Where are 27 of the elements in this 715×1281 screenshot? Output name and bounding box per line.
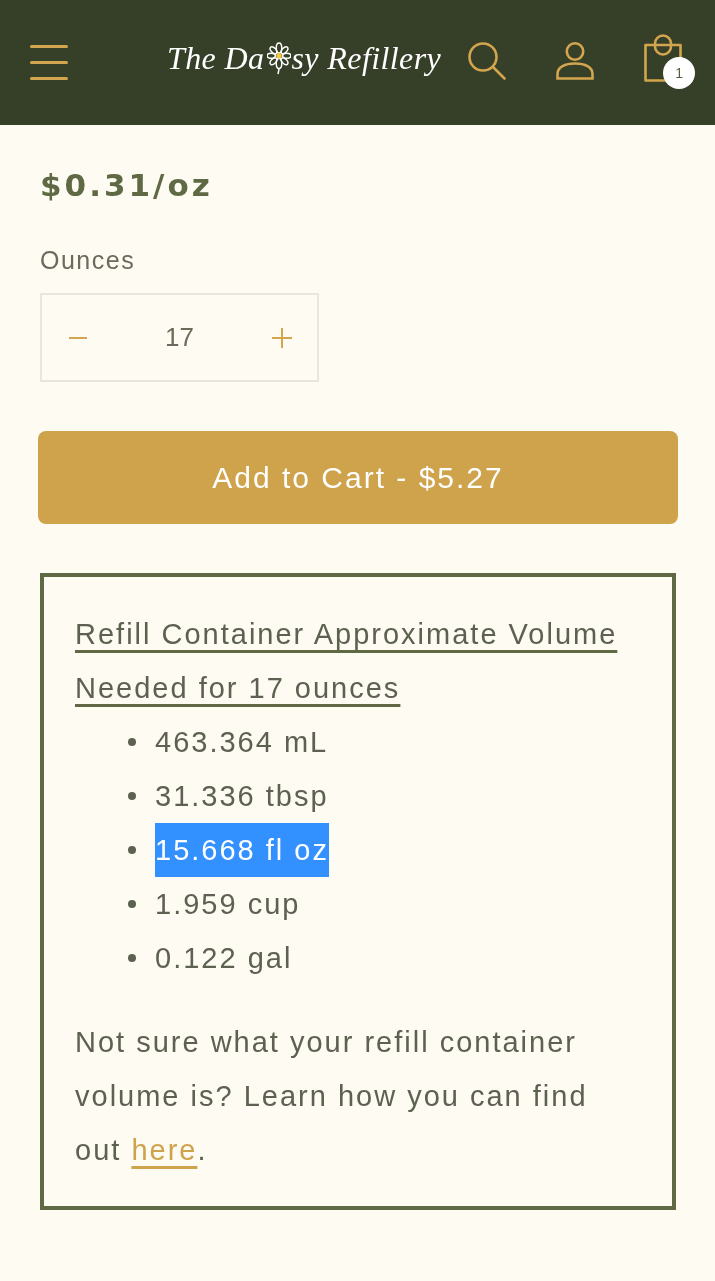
- bullet-icon: [128, 792, 136, 800]
- bullet-icon: [128, 900, 136, 908]
- search-button[interactable]: [468, 41, 507, 80]
- quantity-input[interactable]: 17: [149, 322, 210, 353]
- site-logo[interactable]: The Da sy Refillery: [167, 40, 442, 77]
- plus-icon: [272, 327, 292, 348]
- daisy-icon: [266, 42, 291, 75]
- quantity-label: Ounces: [40, 245, 136, 275]
- account-button[interactable]: [556, 41, 595, 80]
- volume-value: 0.122 gal: [155, 941, 293, 976]
- help-text: Not sure what your refill container volume is? Learn how you can find out here.: [75, 1025, 589, 1168]
- search-icon: [468, 41, 507, 80]
- bullet-icon: [128, 846, 136, 854]
- menu-icon: [30, 45, 68, 80]
- volume-value: 463.364 mL: [155, 725, 329, 760]
- menu-button[interactable]: [30, 45, 68, 80]
- volume-value: 31.336 tbsp: [155, 779, 329, 814]
- bullet-icon: [128, 954, 136, 962]
- cart-button[interactable]: 1: [644, 34, 696, 89]
- unit-price: $0.31/oz: [40, 166, 213, 205]
- account-icon: [556, 41, 595, 80]
- minus-icon: [69, 336, 87, 339]
- volume-value: 1.959 cup: [155, 887, 301, 922]
- volume-heading: Refill Container Approximate Volume Needed for 17 ounces: [75, 617, 619, 706]
- bullet-icon: [128, 738, 136, 746]
- volume-value: 15.668 fl oz: [155, 823, 329, 877]
- cart-count-badge: 1: [663, 57, 696, 89]
